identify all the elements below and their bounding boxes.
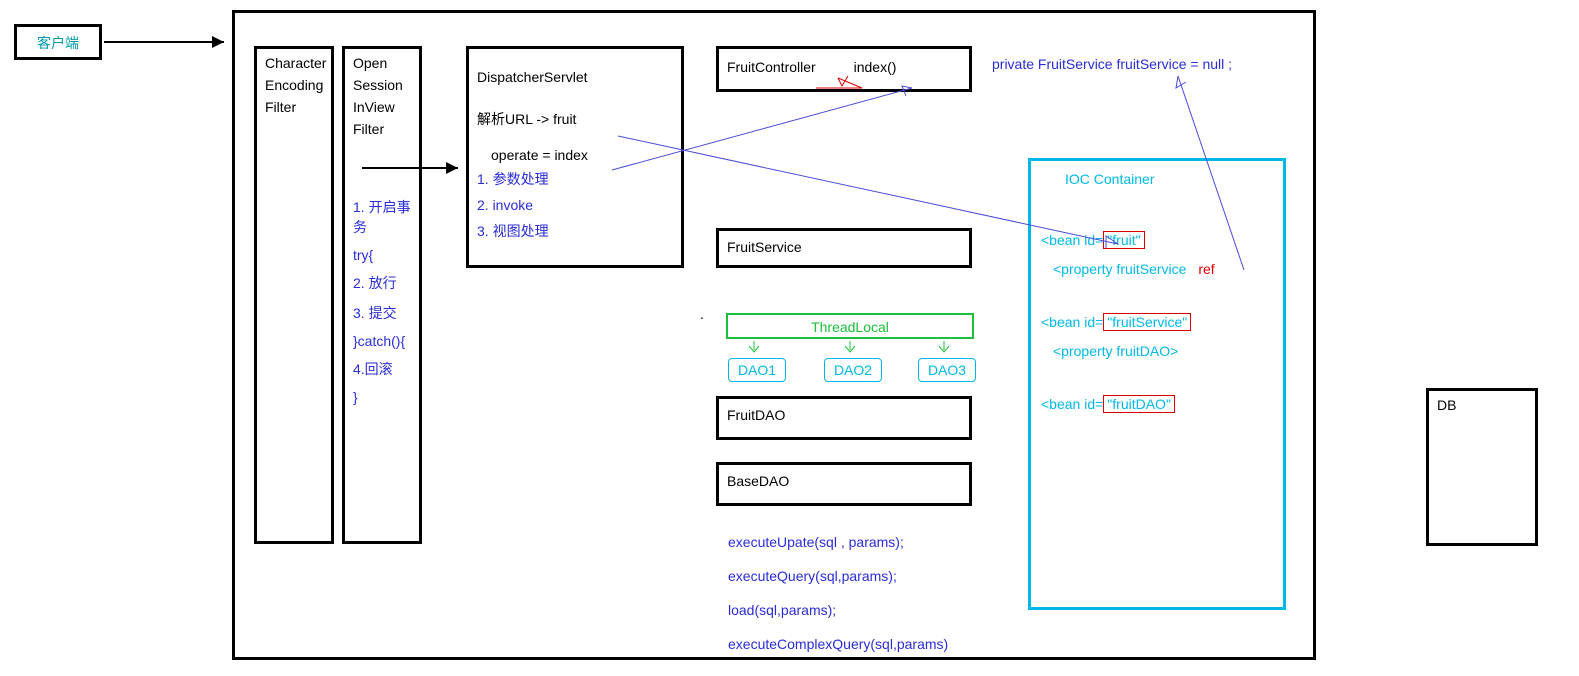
ds-s2: 2. invoke [477, 197, 673, 213]
tl-label: ThreadLocal [811, 319, 889, 335]
fruit-service-decl: private FruitService fruitService = null… [992, 56, 1302, 72]
osiv-filter: Open Session InView Filter 1. 开启事务 try{ … [342, 46, 422, 544]
osiv-s7: } [353, 389, 411, 405]
char-encoding-filter: Character Encoding Filter [254, 46, 334, 544]
osiv-s1: 1. 开启事务 [353, 197, 411, 237]
osiv-l3: InView [353, 99, 411, 115]
db-label: DB [1437, 397, 1456, 413]
fruit-controller: FruitController index() [716, 46, 972, 92]
bean2-id: "fruitService" [1103, 313, 1191, 331]
osiv-s5: }catch(){ [353, 333, 411, 349]
osiv-l2: Session [353, 77, 411, 93]
client-label: 客户端 [37, 35, 79, 51]
ds-url: 解析URL -> fruit [477, 109, 673, 129]
osiv-s6: 4.回滚 [353, 359, 411, 379]
bean1-id: "fruit" [1103, 231, 1144, 249]
ds-op: operate = index [491, 147, 673, 163]
prop2: <property fruitDAO> [1053, 343, 1273, 359]
ioc-title: IOC Container [1065, 171, 1273, 187]
cef-l3: Filter [265, 99, 323, 115]
dao1-box: DAO1 [728, 358, 786, 382]
dao3-box: DAO3 [918, 358, 976, 382]
fc-method: index() [854, 59, 897, 75]
osiv-s4: 3. 提交 [353, 303, 411, 323]
ref-label: ref [1198, 261, 1214, 277]
dao2-box: DAO2 [824, 358, 882, 382]
fd-label: FruitDAO [727, 407, 785, 423]
client-box: 客户端 [14, 24, 102, 60]
ds-s1: 1. 参数处理 [477, 169, 673, 189]
ds-title: DispatcherServlet [477, 69, 673, 85]
method-1: executeUpate(sql , params); [728, 534, 904, 550]
dispatcher-servlet: DispatcherServlet 解析URL -> fruit operate… [466, 46, 684, 268]
bd-label: BaseDAO [727, 473, 789, 489]
dot: . [700, 306, 704, 322]
osiv-l1: Open [353, 55, 411, 71]
bean1-pre: <bean id= [1041, 232, 1103, 248]
fs-label: FruitService [727, 239, 802, 255]
fruit-dao: FruitDAO [716, 396, 972, 440]
cef-l1: Character [265, 55, 323, 71]
prop1: <property fruitService [1053, 261, 1186, 277]
db-box: DB [1426, 388, 1538, 546]
threadlocal-box: ThreadLocal [726, 313, 974, 339]
ds-s3: 3. 视图处理 [477, 221, 673, 241]
osiv-s2: try{ [353, 247, 411, 263]
osiv-l4: Filter [353, 121, 411, 137]
method-4: executeComplexQuery(sql,params) [728, 636, 948, 652]
bean2-pre: <bean id= [1041, 314, 1103, 330]
osiv-s3: 2. 放行 [353, 273, 411, 293]
ioc-container: IOC Container <bean id="fruit" <property… [1028, 158, 1286, 610]
fruit-service: FruitService [716, 228, 972, 268]
cef-l2: Encoding [265, 77, 323, 93]
bean3-pre: <bean id= [1041, 396, 1103, 412]
base-dao: BaseDAO [716, 462, 972, 506]
method-2: executeQuery(sql,params); [728, 568, 897, 584]
bean3-id: "fruitDAO" [1103, 395, 1175, 413]
method-3: load(sql,params); [728, 602, 836, 618]
fc-name: FruitController [727, 59, 816, 75]
